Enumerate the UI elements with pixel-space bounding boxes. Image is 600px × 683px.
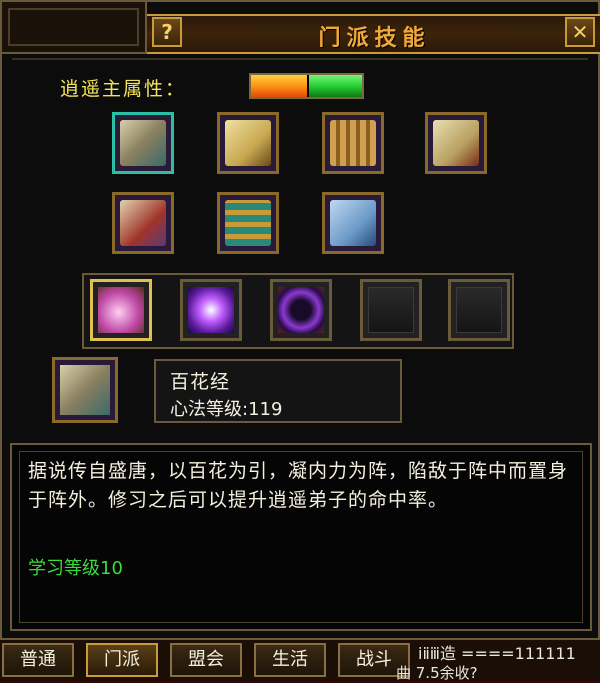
petal-icon <box>98 287 144 333</box>
help-button[interactable]: ? <box>152 17 182 47</box>
tab-life[interactable]: 生活 <box>254 643 326 677</box>
fire-attribute-icon <box>251 75 307 97</box>
learn-level-requirement: 学习等级10 <box>28 558 123 579</box>
sect-skills-window: 门派技能 ? ✕ 逍遥主属性： 百花经 心法等级:119 据说传自盛唐，以百花为… <box>0 0 600 640</box>
selected-skill-level: 心法等级:119 <box>170 399 283 420</box>
skill-slot-3[interactable] <box>270 279 332 341</box>
skill-book-5[interactable] <box>112 192 174 254</box>
window-title: 门派技能 <box>318 26 431 51</box>
main-attribute-label: 逍遥主属性： <box>60 78 187 100</box>
book-bundle-icon <box>225 200 271 246</box>
dark-orb-icon <box>278 287 324 333</box>
skill-slot-4[interactable] <box>360 279 422 341</box>
divider <box>12 58 588 60</box>
open-book-icon <box>225 120 271 166</box>
wood-attribute-icon <box>309 75 362 97</box>
description-panel: 据说传自盛唐，以百花为引，凝内力为阵，陷敌于阵中而置身于阵外。修习之后可以提升逍… <box>10 443 592 631</box>
tab-alliance[interactable]: 盟会 <box>170 643 242 677</box>
scroll-stack-icon <box>120 120 166 166</box>
selected-book-icon <box>52 357 118 423</box>
description-text: 据说传自盛唐，以百花为引，凝内力为阵，陷敌于阵中而置身于阵外。修习之后可以提升逍… <box>28 460 569 511</box>
skill-slot-2[interactable] <box>180 279 242 341</box>
main-attribute-indicator <box>249 73 364 99</box>
hanging-scroll-icon <box>433 120 479 166</box>
close-button[interactable]: ✕ <box>565 17 595 47</box>
skill-book-3[interactable] <box>322 112 384 174</box>
empty-slot-icon <box>368 287 414 333</box>
skill-book-4[interactable] <box>425 112 487 174</box>
tab-general[interactable]: 普通 <box>2 643 74 677</box>
skill-slot-5[interactable] <box>448 279 510 341</box>
skill-book-6[interactable] <box>217 192 279 254</box>
chat-message: ⅰⅱⅲ造 ====111111 <box>418 644 576 663</box>
blue-scroll-icon <box>330 200 376 246</box>
selected-skill-info: 百花经 心法等级:119 <box>154 359 402 423</box>
bamboo-scroll-icon <box>330 120 376 166</box>
skill-slot-1[interactable] <box>90 279 152 341</box>
purple-burst-icon <box>188 287 234 333</box>
skill-book-2[interactable] <box>217 112 279 174</box>
skill-book-1[interactable] <box>112 112 174 174</box>
red-scroll-icon <box>120 200 166 246</box>
title-bar: 门派技能 <box>147 14 600 54</box>
selected-skill-name: 百花经 <box>170 371 231 393</box>
skill-book-7[interactable] <box>322 192 384 254</box>
tab-sect[interactable]: 门派 <box>86 643 158 677</box>
empty-slot-icon <box>456 287 502 333</box>
window-corner-ornament <box>2 2 147 54</box>
